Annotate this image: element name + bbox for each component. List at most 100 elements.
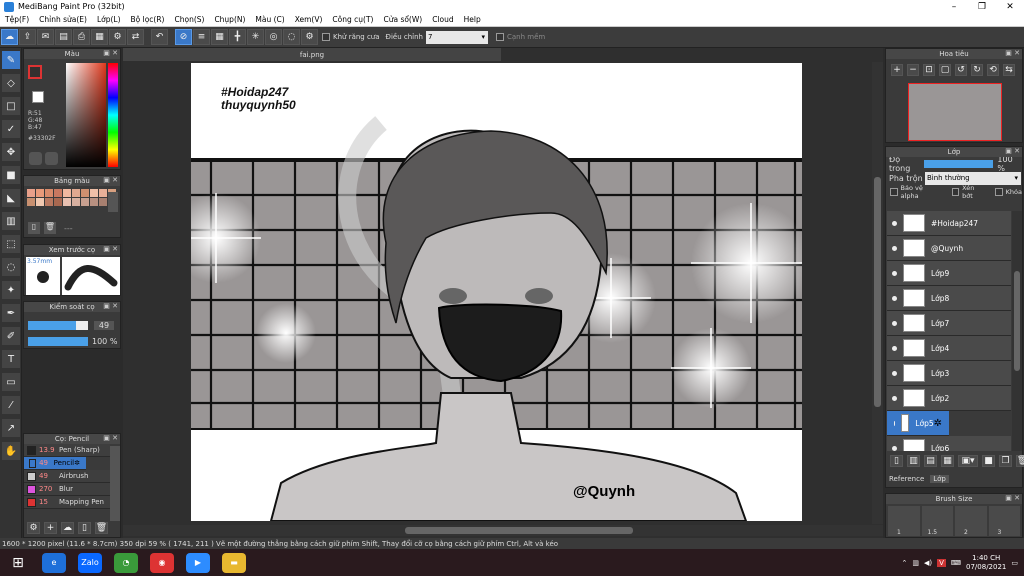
divide-tool-icon[interactable]: ▭ [2, 373, 20, 391]
brush-settings-icon[interactable]: ⚙ [27, 522, 40, 534]
palette-swatches[interactable] [27, 189, 116, 217]
snap-cross-icon[interactable]: ╋ [229, 29, 246, 45]
eye-icon[interactable] [892, 345, 897, 351]
antialias-checkbox[interactable] [322, 33, 330, 41]
volume-icon[interactable]: ◀) [924, 559, 932, 567]
panel-close-icon[interactable]: ▣ ✕ [1005, 49, 1020, 57]
eye-icon[interactable] [892, 270, 897, 276]
clipping-checkbox[interactable] [951, 188, 960, 196]
select-tool-icon[interactable]: ⬚ [2, 235, 20, 253]
palette-swatch[interactable] [27, 198, 35, 206]
undo-icon[interactable]: ↶ [151, 29, 168, 45]
layer-list-scrollbar[interactable] [1012, 211, 1022, 451]
palette-swatch[interactable] [36, 189, 44, 197]
palette-swatch[interactable] [63, 189, 71, 197]
panel-close-icon[interactable]: ▣ ✕ [1005, 147, 1020, 155]
navigator-thumbnail[interactable] [908, 83, 1002, 141]
brush-list-item[interactable]: 49 Pencil ✲ [24, 457, 86, 470]
tray-app-icon[interactable]: V [937, 558, 946, 567]
windows-start-icon[interactable]: ⊞ [6, 553, 30, 573]
layer-opacity-slider[interactable] [923, 160, 994, 168]
brush-size-preset[interactable]: 1 [888, 506, 920, 536]
palette-swatch[interactable] [45, 189, 53, 197]
lasso-tool-icon[interactable]: ◌ [2, 258, 20, 276]
minimize-button[interactable]: – [940, 2, 968, 12]
layer-row[interactable]: #Hoidap247 [887, 211, 1011, 236]
layer-tab[interactable]: Lớp [930, 475, 949, 483]
foreground-color-swatch[interactable] [28, 65, 42, 79]
color-wheel-icon[interactable] [29, 152, 42, 165]
palette-swatch[interactable] [45, 198, 53, 206]
brush-size-value[interactable]: 49 [94, 321, 114, 330]
copy-brush-icon[interactable]: ▯ [78, 522, 91, 534]
grid-icon[interactable]: ▦ [91, 29, 108, 45]
cloud-icon[interactable]: ☁ [1, 29, 18, 45]
zoom-app-icon[interactable]: ▶ [186, 552, 210, 573]
menu-color[interactable]: Màu (C) [250, 15, 289, 24]
rotate-left-icon[interactable]: ↺ [955, 64, 967, 76]
eyedropper-icon[interactable]: ⁄ [2, 396, 20, 414]
layer-row[interactable]: Lớp9 [887, 261, 1011, 286]
close-button[interactable]: ✕ [996, 2, 1024, 12]
duplicate-layer-icon[interactable]: ❐ [999, 455, 1012, 467]
layer-row[interactable]: Lớp6 [887, 436, 1011, 451]
new-1bit-layer-icon[interactable]: ▦ [941, 455, 954, 467]
zoom-out-icon[interactable]: − [907, 64, 919, 76]
tray-chevron-icon[interactable]: ⌃ [901, 559, 907, 567]
panel-close-icon[interactable]: ▣ ✕ [103, 176, 118, 184]
panel-close-icon[interactable]: ▣ ✕ [103, 245, 118, 253]
palette-swatch[interactable] [72, 198, 80, 206]
fit-icon[interactable]: ⊡ [923, 64, 935, 76]
select-eraser-icon[interactable]: ✐ [2, 327, 20, 345]
delete-brush-icon[interactable]: 🗑 [95, 522, 108, 534]
palette-swatch[interactable] [99, 198, 107, 206]
layer-row[interactable]: Lớp8 [887, 286, 1011, 311]
rotate-right-icon[interactable]: ↻ [971, 64, 983, 76]
menu-layer[interactable]: Lớp(L) [92, 15, 126, 24]
snap-settings-icon[interactable]: ⚙ [301, 29, 318, 45]
menu-edit[interactable]: Chỉnh sửa(E) [34, 15, 92, 24]
saturation-value-square[interactable] [66, 63, 106, 167]
layer-row[interactable]: Lớp5 ✲ [887, 411, 949, 436]
palette-swatch[interactable] [81, 189, 89, 197]
comment-icon[interactable]: ✉ [37, 29, 54, 45]
brush-size-preset[interactable]: 2 [955, 506, 987, 536]
menu-select[interactable]: Chọn(S) [169, 15, 209, 24]
magic-wand-icon[interactable]: ✦ [2, 281, 20, 299]
blend-mode-select[interactable]: Bình thường ▾ [925, 171, 1021, 185]
palette-swatch[interactable] [27, 189, 35, 197]
language-icon[interactable]: ⌨ [951, 559, 961, 567]
select-pen-icon[interactable]: ✒ [2, 304, 20, 322]
layer-row[interactable]: Lớp4 [887, 336, 1011, 361]
add-brush-icon[interactable]: + [44, 522, 57, 534]
palette-scrollbar[interactable] [108, 192, 118, 212]
hand-tool-icon[interactable]: ✋ [2, 442, 20, 460]
correction-select[interactable]: 7 ▾ [426, 30, 488, 44]
delete-layer-icon[interactable]: 🗑 [1016, 455, 1024, 467]
new-layer-icon[interactable]: ▯ [890, 455, 903, 467]
snap-radial-icon[interactable]: ✳ [247, 29, 264, 45]
add-palette-icon[interactable]: ▯ [28, 222, 40, 234]
eye-icon[interactable] [892, 395, 897, 401]
reset-rotation-icon[interactable]: ⟲ [987, 64, 999, 76]
share-icon[interactable]: ⇄ [127, 29, 144, 45]
upload-icon[interactable]: ⇪ [19, 29, 36, 45]
eraser-tool-icon[interactable]: ◇ [2, 74, 20, 92]
layer-row[interactable]: Lớp3 [887, 361, 1011, 386]
folder-icon[interactable]: ■ [982, 455, 995, 467]
palette-swatch[interactable] [72, 189, 80, 197]
brush-list-item[interactable]: 15 Mapping Pen [24, 496, 110, 509]
layer-row[interactable]: Lớp2 [887, 386, 1011, 411]
eye-icon[interactable] [892, 245, 897, 251]
gear-icon[interactable]: ✲ [74, 459, 80, 467]
dropper-icon[interactable]: ↗ [2, 419, 20, 437]
dot-tool-icon[interactable]: ✓ [2, 120, 20, 138]
reference-tab[interactable]: Reference [889, 475, 924, 483]
hue-slider[interactable] [108, 63, 118, 167]
flip-icon[interactable]: ⇆ [1003, 64, 1015, 76]
vertical-scrollbar[interactable] [872, 62, 883, 524]
layer-row[interactable]: @Quynh [887, 236, 1011, 261]
palette-swatch[interactable] [36, 198, 44, 206]
drawing-canvas[interactable]: #Hoidap247 thuyquynh50 @Quynh [191, 63, 802, 521]
palette-swatch[interactable] [54, 198, 62, 206]
